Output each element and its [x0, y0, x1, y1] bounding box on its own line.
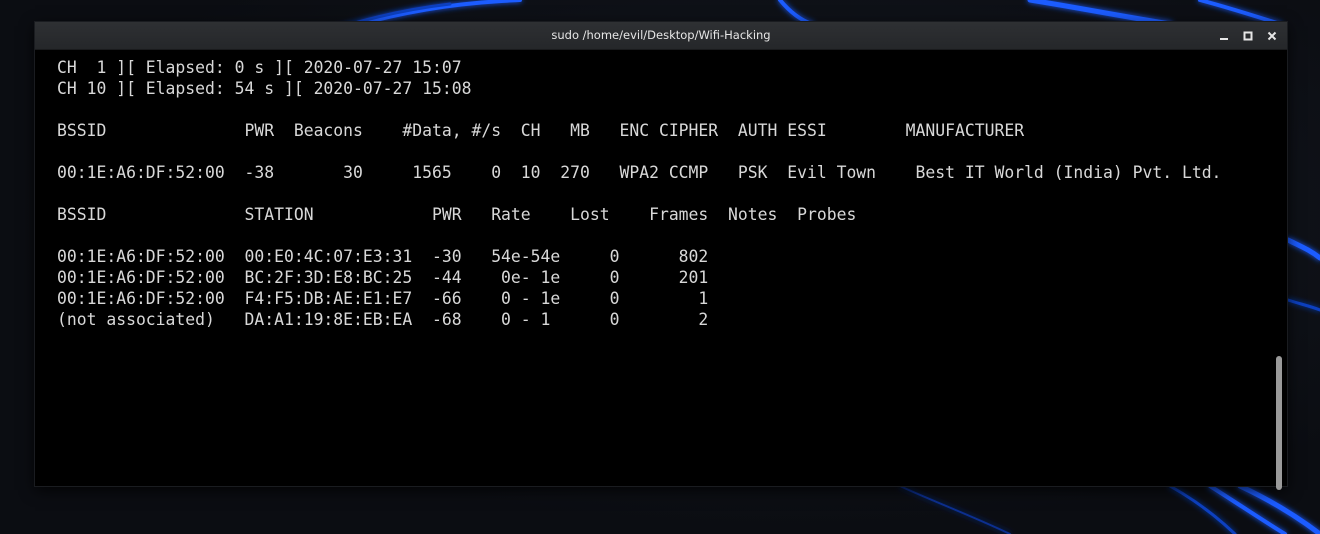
station-table-header: BSSID STATION PWR Rate Lost Frames Notes… — [57, 205, 857, 224]
station-table-row: 00:1E:A6:DF:52:00 BC:2F:3D:E8:BC:25 -44 … — [57, 268, 709, 287]
ap-table-row: 00:1E:A6:DF:52:00 -38 30 1565 0 10 270 W… — [57, 163, 1222, 182]
maximize-icon[interactable] — [1241, 29, 1255, 43]
station-table-row: 00:1E:A6:DF:52:00 F4:F5:DB:AE:E1:E7 -66 … — [57, 289, 709, 308]
status-line: CH 10 ][ Elapsed: 54 s ][ 2020-07-27 15:… — [57, 79, 472, 98]
vertical-scrollbar[interactable] — [1275, 50, 1283, 490]
window-title: sudo /home/evil/Desktop/Wifi-Hacking — [551, 28, 771, 42]
close-icon[interactable] — [1265, 29, 1279, 43]
status-line: CH 1 ][ Elapsed: 0 s ][ 2020-07-27 15:07 — [57, 58, 462, 77]
station-table-row: 00:1E:A6:DF:52:00 00:E0:4C:07:E3:31 -30 … — [57, 247, 709, 266]
titlebar[interactable]: sudo /home/evil/Desktop/Wifi-Hacking — [35, 22, 1287, 50]
desktop: sudo /home/evil/Desktop/Wifi-Hacking CH … — [0, 0, 1320, 534]
terminal-window: sudo /home/evil/Desktop/Wifi-Hacking CH … — [35, 22, 1287, 490]
scrollbar-thumb[interactable] — [1276, 356, 1282, 490]
terminal-output[interactable]: CH 1 ][ Elapsed: 0 s ][ 2020-07-27 15:07… — [38, 50, 1268, 482]
ap-table-header: BSSID PWR Beacons #Data, #/s CH MB ENC C… — [57, 121, 1025, 140]
station-table-row: (not associated) DA:A1:19:8E:EB:EA -68 0… — [57, 310, 709, 329]
minimize-icon[interactable] — [1217, 29, 1231, 43]
window-controls — [1217, 22, 1279, 49]
